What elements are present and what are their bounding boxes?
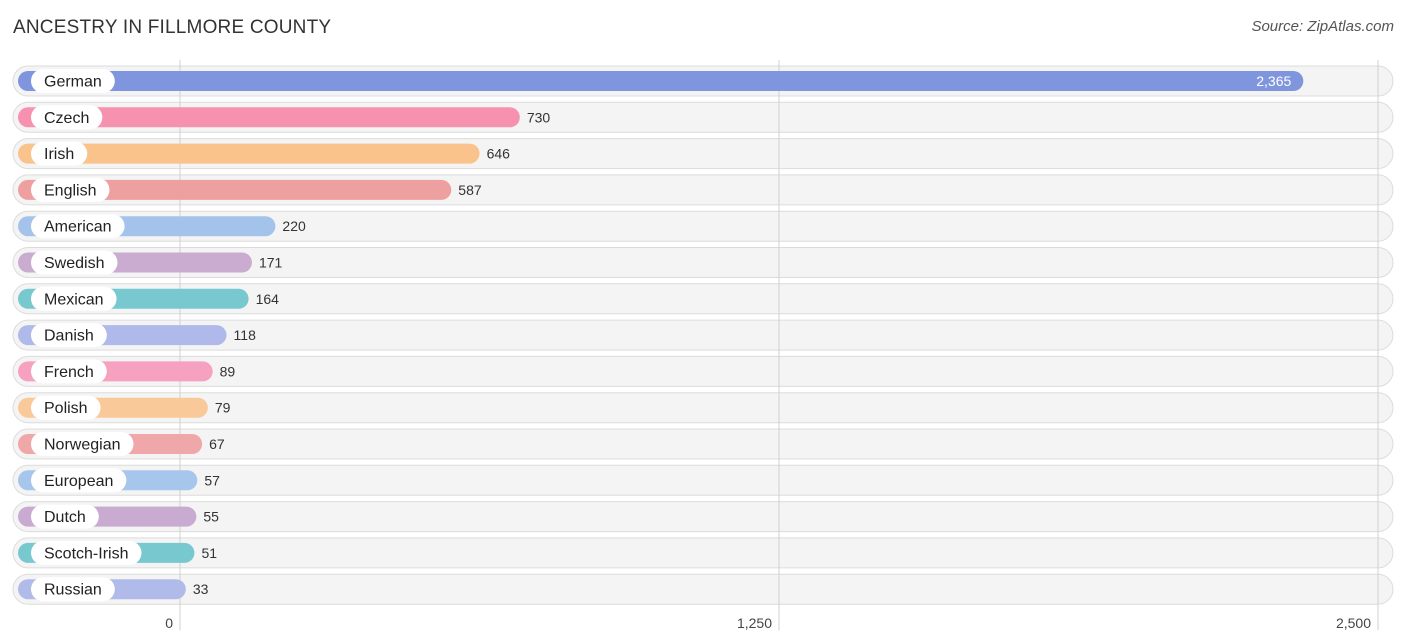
bar-group: Mexican 164 [18,286,280,311]
row-background [12,573,1394,605]
value-label: 51 [201,545,217,561]
category-label: Irish [44,146,74,163]
bar-group: English 587 [18,177,482,202]
category-label: American [44,219,112,236]
bar-group: European 57 [18,468,220,493]
x-tick-label: 2,500 [1336,615,1371,631]
bar-group: American 220 [18,214,306,239]
row-background [12,501,1394,533]
value-label: 55 [203,509,219,525]
x-axis: 0 1,250 2,500 [165,615,1371,631]
bar-group: German 2,365 [18,69,1304,93]
category-label: Dutch [44,509,86,526]
bar[interactable] [18,71,1304,91]
category-label: English [44,182,96,199]
value-label: 587 [458,182,482,198]
value-label: 730 [527,109,551,125]
value-label: 171 [259,255,283,271]
value-label: 646 [487,146,511,162]
category-label: Mexican [44,291,104,308]
value-label: 220 [282,218,306,234]
bar-group: Swedish 171 [18,250,283,275]
x-tick-label: 1,250 [737,615,772,631]
bar-group: Danish 118 [18,323,257,348]
category-label: German [44,74,102,91]
row-background [12,537,1394,569]
x-tick-label: 0 [165,615,173,631]
category-label: Swedish [44,255,104,272]
value-label: 67 [209,436,225,452]
row-background [12,464,1394,496]
category-label: Danish [44,328,94,345]
value-label: 164 [256,291,280,307]
value-label: 33 [193,581,209,597]
bar-group: Polish 79 [18,395,231,420]
bar-chart: German 2,365 Czech 730 Irish 646 English 587 Ame… [12,60,1394,631]
value-label: 79 [215,400,231,416]
value-label: 57 [204,472,220,488]
bar[interactable] [18,143,480,164]
bar-group: Dutch 55 [18,504,219,529]
category-label: Czech [44,110,89,127]
bar-group: Czech 730 [18,105,551,130]
bar-group: Scotch-Irish 51 [18,540,217,565]
category-label: Russian [44,582,102,599]
bar-group: French 89 [18,359,236,384]
category-label: Norwegian [44,437,120,454]
value-label: 118 [234,327,257,343]
value-label: 2,365 [1256,73,1291,89]
value-label: 89 [220,363,236,379]
bar-group: Irish 646 [18,141,511,166]
category-label: Scotch-Irish [44,545,128,562]
bar-group: Russian 33 [18,577,209,602]
category-label: European [44,473,113,490]
category-label: Polish [44,400,88,417]
bar-group: Norwegian 67 [18,432,225,456]
category-label: French [44,364,94,381]
